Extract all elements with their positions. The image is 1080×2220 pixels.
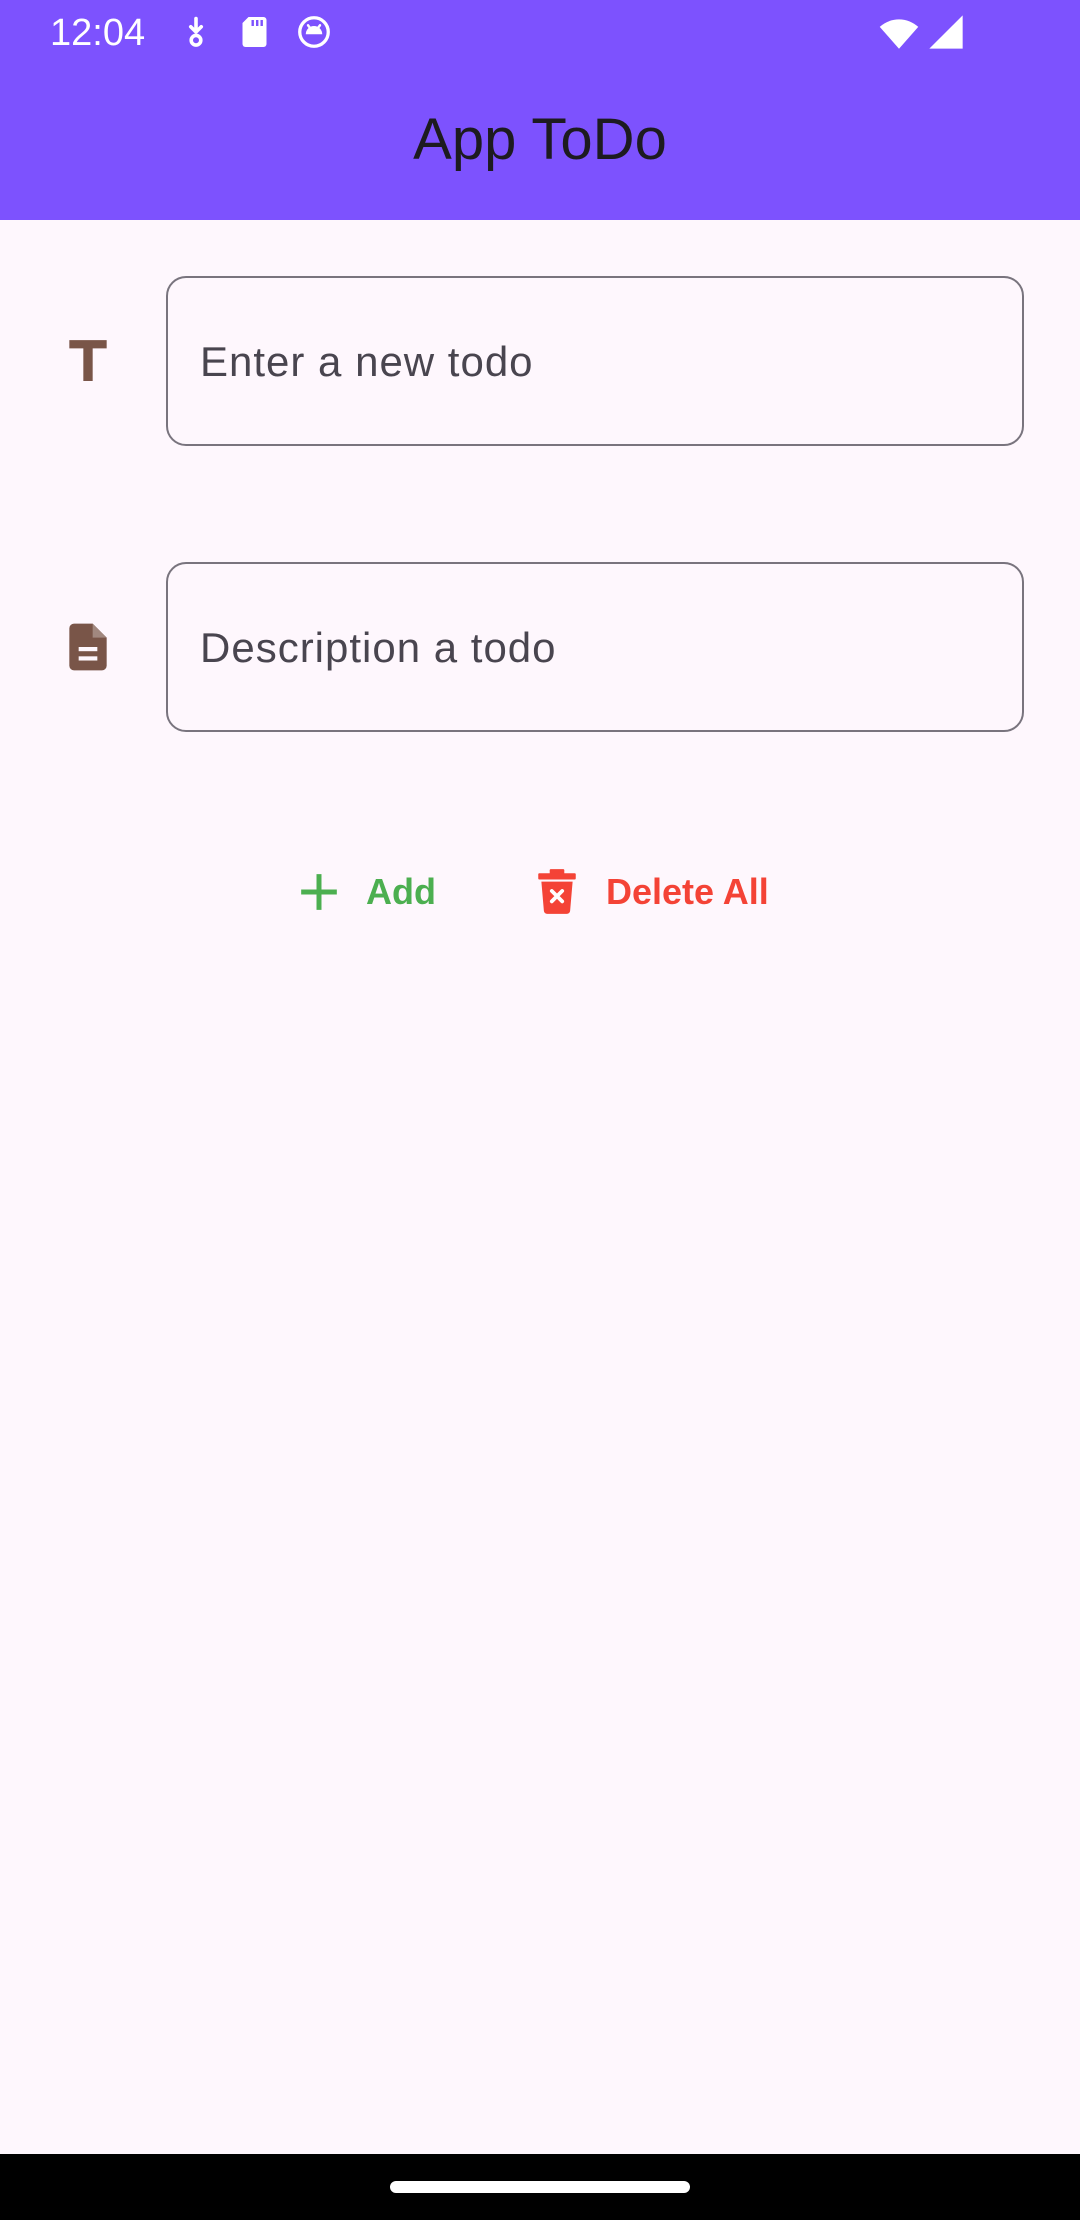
todo-description-input[interactable]	[198, 564, 992, 732]
delete-all-button-label: Delete All	[606, 871, 769, 912]
system-nav-bar	[0, 2154, 1080, 2220]
app-bar: 12:04 App ToDo	[0, 0, 1080, 220]
cell-signal-icon	[929, 15, 963, 49]
status-bar: 12:04	[0, 0, 1080, 66]
add-button[interactable]: Add	[296, 852, 436, 932]
delete-all-button[interactable]: Delete All	[532, 852, 769, 932]
todo-description-row	[0, 562, 1080, 736]
sd-card-icon	[242, 17, 267, 47]
wifi-icon	[879, 19, 919, 49]
title-icon	[69, 340, 107, 381]
add-button-label: Add	[366, 871, 436, 912]
description-icon	[69, 623, 107, 671]
android-debug-icon	[298, 16, 330, 48]
app-title: App ToDo	[413, 107, 667, 172]
todo-title-input[interactable]	[198, 278, 992, 446]
download-icon	[188, 16, 204, 47]
todo-description-field[interactable]	[166, 562, 1024, 732]
home-indicator[interactable]	[390, 2181, 690, 2193]
status-time: 12:04	[50, 12, 146, 54]
trash-icon	[538, 869, 576, 914]
plus-icon	[301, 874, 337, 910]
todo-title-field[interactable]	[166, 276, 1024, 446]
todo-title-row	[0, 276, 1080, 450]
